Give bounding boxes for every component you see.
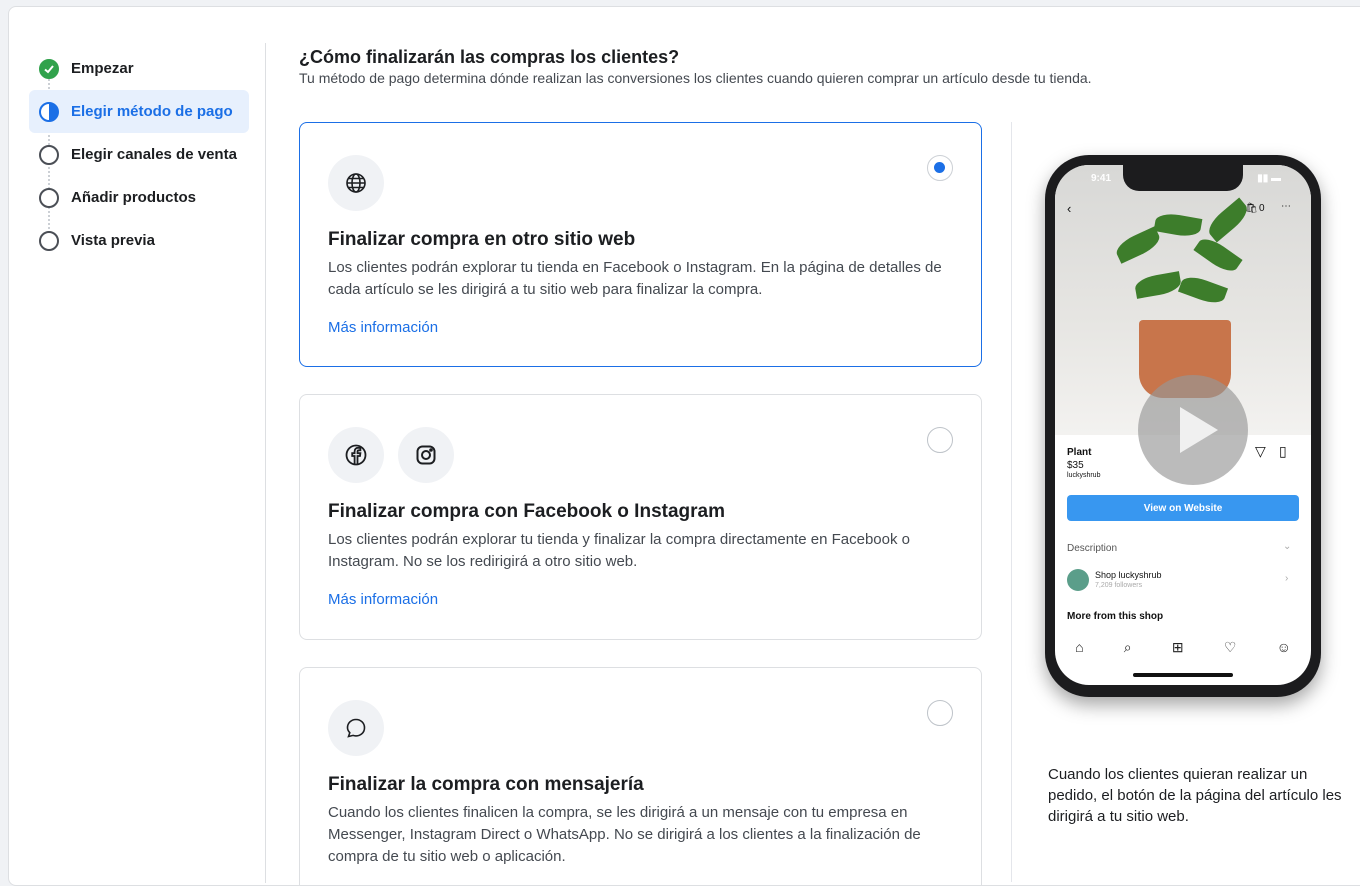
option-card-website[interactable]: Finalizar compra en otro sitio web Los c… bbox=[299, 122, 982, 367]
option-description: Los clientes podrán explorar tu tienda e… bbox=[328, 259, 942, 298]
cart-count: 0 bbox=[1259, 203, 1265, 214]
step-label: Elegir método de pago bbox=[71, 103, 233, 120]
shop-handle: luckyshrub bbox=[1067, 472, 1101, 479]
home-indicator bbox=[1133, 673, 1233, 677]
globe-icon bbox=[328, 155, 384, 211]
more-info-link[interactable]: Más información bbox=[328, 591, 438, 608]
step-empezar[interactable]: Empezar bbox=[29, 47, 249, 90]
status-icons: ▮▮ ▬ bbox=[1257, 173, 1281, 184]
phone-notch bbox=[1123, 165, 1243, 191]
more-icon: ⋯ bbox=[1281, 201, 1291, 212]
shop-avatar bbox=[1067, 569, 1089, 591]
empty-circle-icon bbox=[39, 144, 59, 165]
product-price: $35 bbox=[1067, 460, 1084, 471]
radio-website[interactable] bbox=[927, 155, 953, 181]
step-label: Vista previa bbox=[71, 232, 155, 249]
step-elegir-canales-de-venta[interactable]: Elegir canales de venta bbox=[29, 133, 249, 176]
main-header: ¿Cómo finalizarán las compras los client… bbox=[299, 47, 1339, 86]
option-title: Finalizar la compra con mensajería bbox=[328, 774, 644, 795]
page-title: ¿Cómo finalizarán las compras los client… bbox=[299, 47, 680, 67]
back-icon: ‹ bbox=[1067, 201, 1072, 216]
step-elegir-metodo-de-pago[interactable]: Elegir método de pago bbox=[29, 90, 249, 133]
option-icons bbox=[328, 155, 953, 211]
step-vista-previa[interactable]: Vista previa bbox=[29, 219, 249, 262]
description-label[interactable]: Description bbox=[1067, 543, 1117, 554]
chat-bubble-icon bbox=[328, 700, 384, 756]
status-time: 9:41 bbox=[1091, 173, 1112, 184]
step-label: Empezar bbox=[71, 60, 134, 77]
cart-icon: 🛍 bbox=[1245, 203, 1258, 214]
bookmark-icon[interactable]: ▯ bbox=[1279, 443, 1287, 460]
shop-name[interactable]: Shop luckyshrub bbox=[1095, 570, 1162, 580]
product-name: Plant bbox=[1067, 447, 1092, 458]
home-icon[interactable]: ⌂ bbox=[1075, 639, 1083, 655]
step-anadir-productos[interactable]: Añadir productos bbox=[29, 176, 249, 219]
chevron-down-icon: ⌄ bbox=[1283, 541, 1292, 552]
profile-icon[interactable]: ☺ bbox=[1277, 639, 1291, 655]
instagram-icon bbox=[398, 427, 454, 483]
step-label: Elegir canales de venta bbox=[71, 146, 237, 163]
phone-nav-bar: ⌂ ⌕ ⊞ ♡ ☺ bbox=[1055, 627, 1311, 667]
option-title: Finalizar compra con Facebook o Instagra… bbox=[328, 501, 725, 522]
radio-facebook-instagram[interactable] bbox=[927, 427, 953, 453]
play-icon[interactable] bbox=[1138, 375, 1248, 485]
sidebar-divider bbox=[265, 43, 266, 883]
empty-circle-icon bbox=[39, 187, 59, 208]
half-circle-icon bbox=[39, 101, 59, 122]
phone-screen: 9:41 ▮▮ ▬ ‹ 🛍 0 ⋯ Plant $35 luckyshrub ▽… bbox=[1055, 165, 1311, 685]
facebook-icon bbox=[328, 427, 384, 483]
option-description: Los clientes podrán explorar tu tienda y… bbox=[328, 531, 910, 570]
chevron-right-icon: › bbox=[1285, 573, 1289, 584]
more-from-shop: More from this shop bbox=[1067, 611, 1164, 622]
heart-icon[interactable]: ♡ bbox=[1224, 639, 1237, 656]
more-info-link[interactable]: Más información bbox=[328, 319, 438, 336]
view-on-website-button[interactable]: View on Website bbox=[1067, 495, 1299, 521]
setup-steps: Empezar Elegir método de pago Elegir can… bbox=[29, 47, 249, 262]
step-label: Añadir productos bbox=[71, 189, 197, 206]
option-icons bbox=[328, 700, 953, 756]
check-circle-icon bbox=[39, 58, 59, 79]
search-icon[interactable]: ⌕ bbox=[1124, 639, 1132, 656]
preview-divider bbox=[1011, 122, 1012, 882]
preview-caption: Cuando los clientes quieran realizar un … bbox=[1048, 766, 1342, 825]
option-card-messaging[interactable]: Finalizar la compra con mensajería Cuand… bbox=[299, 667, 982, 885]
radio-messaging[interactable] bbox=[927, 700, 953, 726]
option-icons bbox=[328, 427, 953, 483]
page-frame: Empezar Elegir método de pago Elegir can… bbox=[8, 6, 1360, 886]
option-description: Cuando los clientes finalicen la compra,… bbox=[328, 804, 921, 865]
add-icon[interactable]: ⊞ bbox=[1172, 639, 1184, 656]
option-card-facebook-instagram[interactable]: Finalizar compra con Facebook o Instagra… bbox=[299, 394, 982, 640]
send-icon[interactable]: ▽ bbox=[1255, 443, 1266, 460]
shop-followers: 7,209 followers bbox=[1095, 582, 1143, 589]
option-title: Finalizar compra en otro sitio web bbox=[328, 229, 636, 250]
page-subtitle: Tu método de pago determina dónde realiz… bbox=[299, 70, 1092, 86]
phone-preview: 9:41 ▮▮ ▬ ‹ 🛍 0 ⋯ Plant $35 luckyshrub ▽… bbox=[1045, 155, 1321, 697]
empty-circle-icon bbox=[39, 230, 59, 251]
